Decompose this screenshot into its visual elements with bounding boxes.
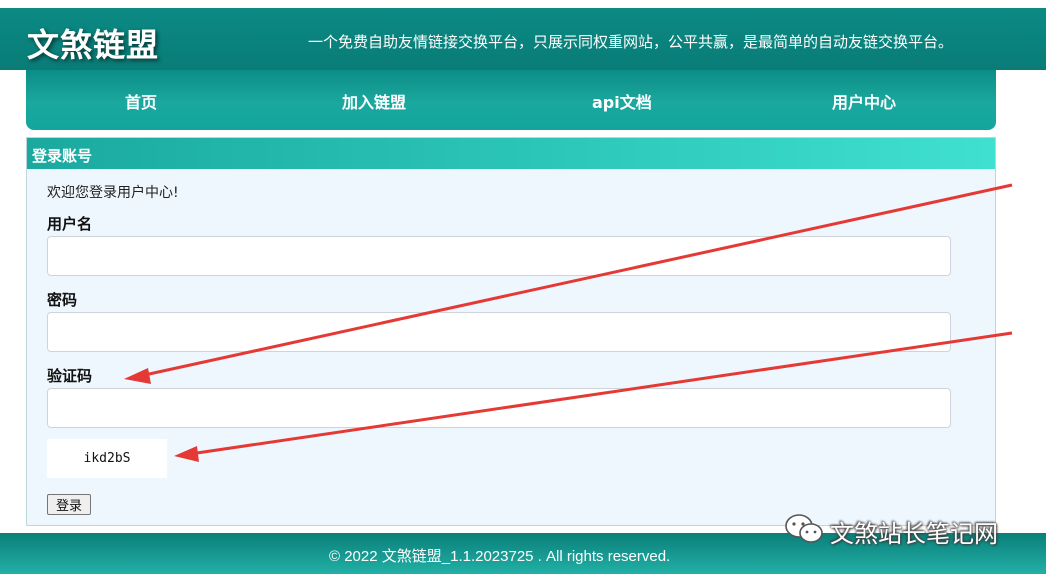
captcha-input[interactable] (47, 388, 951, 428)
password-label: 密码 (47, 291, 78, 309)
login-panel-title: 登录账号 (27, 138, 995, 169)
site-title[interactable]: 文煞链盟 (27, 20, 159, 66)
username-input[interactable] (47, 236, 951, 276)
site-slogan: 一个免费自助友情链接交换平台，只展示同权重网站，公平共赢，是最简单的自动友链交换… (308, 33, 954, 51)
login-panel: 登录账号 欢迎您登录用户中心! 用户名 密码 验证码 ikd2bS 登录 (26, 137, 996, 526)
nav-item-home[interactable]: 首页 (125, 89, 157, 113)
login-button[interactable]: 登录 (47, 494, 91, 515)
password-input[interactable] (47, 312, 951, 352)
captcha-image[interactable]: ikd2bS (47, 439, 167, 478)
welcome-text: 欢迎您登录用户中心! (47, 185, 179, 201)
captcha-label: 验证码 (47, 367, 93, 385)
site-header: 文煞链盟 一个免费自助友情链接交换平台，只展示同权重网站，公平共赢，是最简单的自… (0, 8, 1046, 70)
nav-item-join[interactable]: 加入链盟 (342, 89, 406, 113)
nav-item-user-center[interactable]: 用户中心 (832, 89, 896, 113)
username-label: 用户名 (47, 215, 93, 233)
nav-item-api-docs[interactable]: api文档 (592, 89, 652, 113)
wechat-icon (785, 514, 823, 543)
main-nav: 首页 加入链盟 api文档 用户中心 (26, 70, 996, 130)
watermark-text: 文煞站长笔记网 (830, 520, 998, 548)
watermark: 文煞站长笔记网 (782, 512, 998, 548)
footer-copyright: © 2022 文煞链盟_1.1.2023725 . All rights res… (329, 548, 671, 565)
